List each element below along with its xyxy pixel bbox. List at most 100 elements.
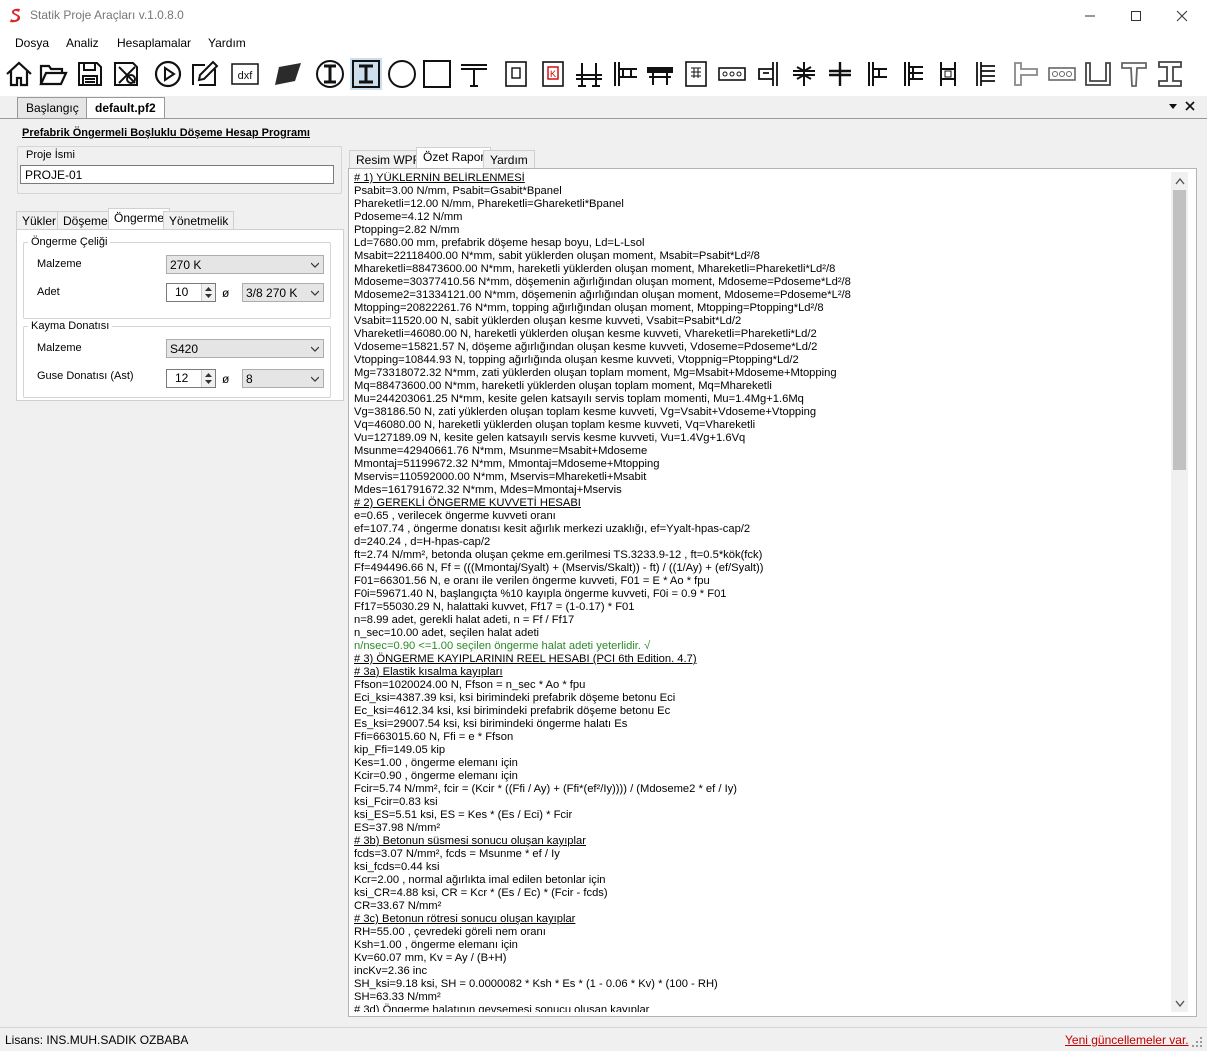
t-beam-icon <box>461 64 487 87</box>
dxf-button[interactable]: dxf <box>229 58 261 90</box>
report-heading: # 3c) Betonun rötresi sonucu oluşan kayı… <box>354 913 576 925</box>
stepper-buttons[interactable] <box>201 370 215 387</box>
report-line: Es_ksi=29007.54 ksi, ksi birimindeki öng… <box>354 718 628 730</box>
resize-grip-icon[interactable] <box>1191 1036 1203 1048</box>
beam-joint-icon <box>576 63 602 87</box>
column-button[interactable] <box>500 58 532 90</box>
report-line: incKv=2.36 inc <box>354 965 428 977</box>
strand-type-value: 3/8 270 K <box>246 286 298 300</box>
beam-end-icon <box>829 62 851 86</box>
beam-corbel-button[interactable] <box>608 58 640 90</box>
scroll-up-icon[interactable] <box>1175 177 1185 185</box>
update-link[interactable]: Yeni güncellemeler var. <box>1065 1033 1189 1047</box>
column-double-corbel-button[interactable] <box>896 58 928 90</box>
column-multi-bracket-button[interactable] <box>968 58 1000 90</box>
menu-yardim[interactable]: Yardım <box>208 36 246 50</box>
table-beam-button[interactable] <box>644 58 676 90</box>
report-line: F0i=59671.40 N, başlangıçta %10 kayıpla … <box>354 588 727 600</box>
beam-joint-button[interactable] <box>573 58 605 90</box>
report-line: Ec_ksi=4612.34 ksi, ksi birimindeki pref… <box>354 705 671 717</box>
project-name-input[interactable] <box>20 165 334 184</box>
maximize-button[interactable] <box>1113 0 1159 32</box>
report-line: Ksh=1.00 , öngerme elemanı için <box>354 939 518 951</box>
shear-material-select[interactable]: S420 <box>166 339 324 358</box>
scroll-down-icon[interactable] <box>1175 1000 1185 1008</box>
circle-section-button[interactable] <box>386 58 418 90</box>
menu-hesaplamalar[interactable]: Hesaplamalar <box>117 36 191 50</box>
save-icon <box>78 62 102 86</box>
menu-dosya[interactable]: Dosya <box>15 36 49 50</box>
table-beam-icon <box>647 67 673 85</box>
report-line: Kv=60.07 mm, Kv = Ay / (B+H) <box>354 952 507 964</box>
slab-step-icon <box>1014 62 1038 86</box>
tab-yonetmelik[interactable]: Yönetmelik <box>163 211 235 230</box>
report-line: Mq=88473600.00 N*mm, hareketli yüklerden… <box>354 380 772 392</box>
i-section-button[interactable] <box>1154 58 1186 90</box>
report-line: Eci_ksi=4387.39 ksi, ksi birimindeki pre… <box>354 692 676 704</box>
beam-corbel-icon <box>614 62 637 86</box>
minimize-icon <box>1085 15 1095 17</box>
tab-ozet-rapor[interactable]: Özet Rapor <box>416 147 492 169</box>
open-button[interactable] <box>37 58 69 90</box>
rebar-count-stepper[interactable]: 12 <box>166 369 216 388</box>
prestress-material-select[interactable]: 270 K <box>166 255 324 274</box>
minimize-button[interactable] <box>1067 0 1113 32</box>
strand-type-select[interactable]: 3/8 270 K <box>242 283 324 302</box>
t-beam-button[interactable] <box>458 58 490 90</box>
strand-phi-symbol: ø <box>222 286 230 300</box>
tab-list-dropdown-icon[interactable] <box>1168 103 1178 111</box>
i-beam-circle-icon <box>316 60 344 88</box>
column-bracket-button[interactable] <box>932 58 964 90</box>
column-corbel-button[interactable] <box>860 58 892 90</box>
column-k-button[interactable]: K <box>537 58 569 90</box>
report-line: Vu=127189.09 N, kesite gelen katsayılı s… <box>354 432 746 444</box>
home-button[interactable] <box>3 58 35 90</box>
close-icon <box>1176 10 1188 22</box>
save-button[interactable] <box>74 58 106 90</box>
report-heading: # 1) YÜKLERNİN BELİRLENMESİ <box>354 172 525 184</box>
edit-button[interactable] <box>188 58 220 90</box>
column-grid-button[interactable] <box>680 58 712 90</box>
svg-text:dxf: dxf <box>238 70 254 82</box>
panel-button[interactable] <box>272 58 304 90</box>
report-line: n=8.99 adet, gerekli halat adeti, n = Ff… <box>354 614 575 626</box>
tab-ongerme[interactable]: Öngerme <box>108 208 171 230</box>
stepper-buttons[interactable] <box>201 284 215 301</box>
slab-step-button[interactable] <box>1010 58 1042 90</box>
report-line: Msabit=22118400.00 N*mm, sabit yüklerden… <box>354 250 760 262</box>
double-beam-button[interactable] <box>788 58 820 90</box>
run-button[interactable] <box>152 58 184 90</box>
hollow-slab-icon <box>1048 67 1076 81</box>
beam-end-button[interactable] <box>824 58 856 90</box>
corbel-button[interactable] <box>752 58 784 90</box>
scrollbar-thumb[interactable] <box>1173 190 1186 470</box>
tab-doseme[interactable]: Döşeme <box>57 211 114 230</box>
u-section-icon <box>1085 62 1111 86</box>
column-bracket-icon <box>940 62 956 86</box>
hollow-slab-button[interactable] <box>1046 58 1078 90</box>
corbel-icon <box>758 62 778 86</box>
tab-default-pf2[interactable]: default.pf2 <box>86 97 165 118</box>
close-tab-icon[interactable] <box>1185 101 1195 111</box>
summary-report[interactable]: # 1) YÜKLERNİN BELİRLENMESİ Psabit=3.00 N… <box>354 172 1169 1012</box>
square-section-button[interactable] <box>421 58 453 90</box>
tab-baslangic[interactable]: Başlangıç <box>17 97 88 118</box>
report-line: CR=33.67 N/mm² <box>354 900 442 912</box>
tab-yukler[interactable]: Yükler <box>16 211 63 230</box>
u-section-button[interactable] <box>1082 58 1114 90</box>
license-text: Lisans: INS.MUH.SADIK OZBABA <box>5 1033 189 1047</box>
menu-analiz[interactable]: Analiz <box>66 36 99 50</box>
settings-doc-button[interactable] <box>110 58 142 90</box>
close-window-button[interactable] <box>1159 0 1205 32</box>
svg-text:K: K <box>550 69 556 79</box>
i-beam-square-button[interactable] <box>350 58 382 90</box>
hollow-core-button[interactable] <box>716 58 748 90</box>
rebar-diameter-select[interactable]: 8 <box>242 369 324 388</box>
i-beam-circle-button[interactable] <box>314 58 346 90</box>
report-line: Ff17=55030.29 N, halattaki kuvvet, Ff17 … <box>354 601 635 613</box>
strand-count-stepper[interactable]: 10 <box>166 283 216 302</box>
report-line: RH=55.00 , çevredeki göreli nem oranı <box>354 926 546 938</box>
prestress-material-label: Malzeme <box>37 258 82 270</box>
t-section-button[interactable] <box>1118 58 1150 90</box>
tab-yardim[interactable]: Yardım <box>483 150 535 169</box>
